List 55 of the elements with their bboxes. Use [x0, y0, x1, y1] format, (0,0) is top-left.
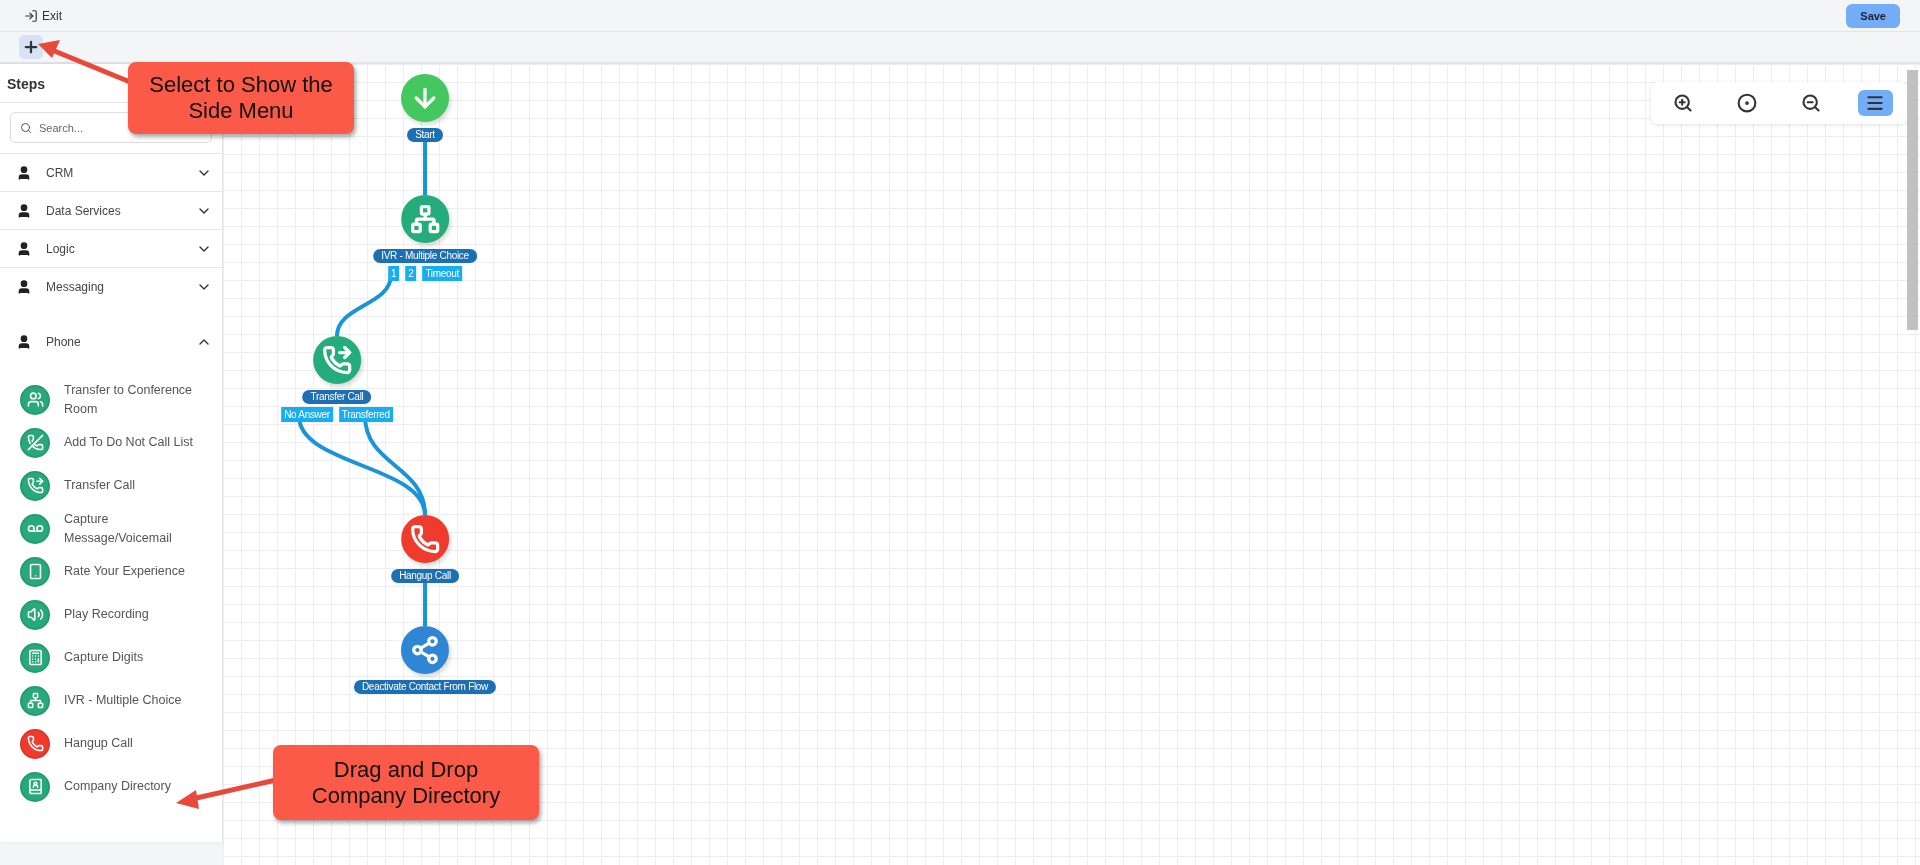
address-book-icon [20, 771, 50, 802]
node-label: Hangup Call [391, 569, 459, 583]
phone-forward-icon[interactable] [313, 336, 361, 384]
speaker-icon [20, 599, 50, 630]
plus-icon [22, 38, 40, 56]
exit-link[interactable]: Exit [24, 8, 62, 23]
step-item[interactable]: IVR - Multiple Choice [20, 679, 222, 722]
people-icon [20, 384, 50, 415]
step-item[interactable]: Add To Do Not Call List [20, 421, 222, 464]
menu-button[interactable] [1857, 90, 1893, 116]
hierarchy-icon[interactable] [401, 195, 449, 243]
share-icon[interactable] [401, 626, 449, 674]
add-button[interactable] [19, 35, 43, 59]
step-item[interactable]: Capture Digits [20, 636, 222, 679]
person-icon [16, 164, 32, 181]
phone-off-icon [20, 427, 50, 458]
category-row[interactable]: Messaging [0, 267, 222, 305]
exit-icon [24, 8, 38, 23]
zoom-in-icon [1673, 93, 1693, 113]
smartphone-icon [20, 556, 50, 587]
person-icon [16, 278, 32, 295]
category-row[interactable]: Phone [0, 323, 222, 360]
search-icon [20, 122, 32, 134]
callout-tooltip: Select to Show the Side Menu [128, 62, 354, 134]
phone-forward-icon [20, 470, 50, 501]
zoom-out-icon [1801, 93, 1821, 113]
step-item[interactable]: Transfer Call [20, 464, 222, 507]
node-label: Deactivate Contact From Flow [353, 680, 497, 694]
center-icon [1737, 93, 1757, 113]
person-icon [16, 202, 32, 219]
person-icon [16, 240, 32, 257]
step-item[interactable]: Capture Message/Voicemail [20, 507, 222, 550]
node-label: Transfer Call [302, 390, 372, 404]
category-row[interactable]: Logic [0, 229, 222, 267]
connector [423, 142, 427, 195]
save-button[interactable]: Save [1846, 3, 1900, 28]
step-item[interactable]: Rate Your Experience [20, 550, 222, 593]
callout-tooltip: Drag and Drop Company Directory [273, 745, 539, 820]
voicemail-icon [20, 513, 50, 544]
menu-icon [1865, 93, 1885, 113]
node-label: IVR - Multiple Choice [373, 249, 477, 263]
category-row[interactable]: CRM [0, 153, 222, 191]
step-item[interactable]: Transfer to Conference Room [20, 378, 222, 421]
category-row[interactable]: Data Services [0, 191, 222, 229]
hangup-phone-icon [20, 728, 50, 759]
step-item[interactable]: Play Recording [20, 593, 222, 636]
keypad-icon [20, 642, 50, 673]
hierarchy-icon [20, 685, 50, 716]
scrollbar[interactable] [1907, 70, 1918, 330]
step-item[interactable]: Hangup Call [20, 722, 222, 765]
node-label: Start [407, 128, 443, 142]
person-icon [16, 333, 32, 350]
phone-icon[interactable] [401, 515, 449, 563]
connector [423, 583, 427, 626]
step-item[interactable]: Company Directory [20, 765, 222, 808]
